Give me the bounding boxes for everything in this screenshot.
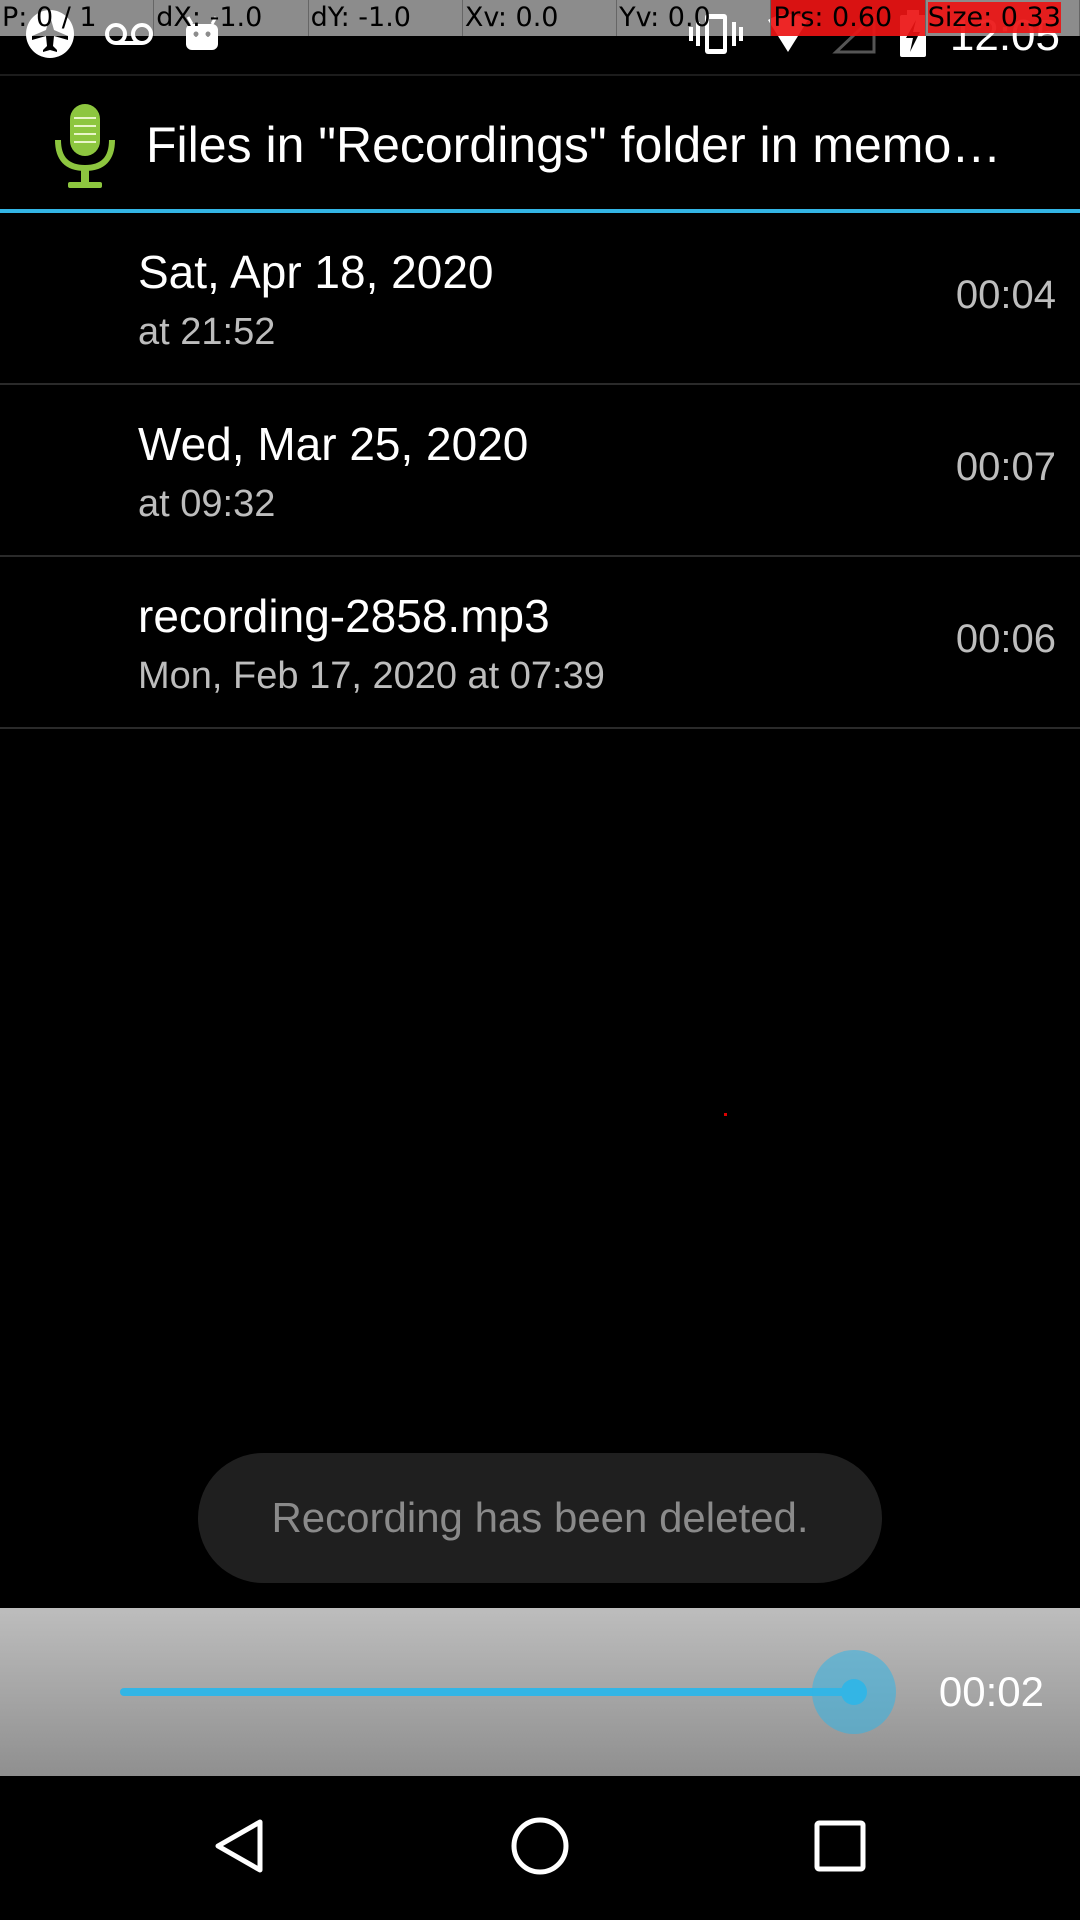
seek-bar-thumb-center[interactable] [841,1679,867,1705]
debug-yv: Yv: 0.0 [617,0,772,36]
seek-bar-track[interactable] [120,1688,855,1696]
microphone-icon[interactable] [52,102,118,190]
action-bar: Files in "Recordings" folder in memo… [0,74,1080,212]
recording-title: Sat, Apr 18, 2020 [138,246,494,298]
recents-button[interactable] [790,1798,890,1898]
recording-duration: 00:07 [955,445,1056,489]
debug-dy: dY: -1.0 [308,0,463,36]
debug-dx: dX: -1.0 [154,0,309,36]
debug-size-label: Size: 0.33 [927,2,1061,33]
touch-trace-dot [724,1113,727,1116]
recents-icon [812,1818,868,1879]
player-bar: 00:02 [0,1608,1080,1776]
recording-title: recording-2858.mp3 [138,590,550,642]
back-button[interactable] [190,1798,290,1898]
home-icon [509,1815,571,1882]
recording-subtitle: at 21:52 [138,311,276,353]
list-item[interactable]: Wed, Mar 25, 2020 at 09:32 00:07 [0,385,1080,557]
recording-subtitle: Mon, Feb 17, 2020 at 07:39 [138,655,605,697]
player-elapsed-time: 00:02 [938,1668,1044,1715]
pointer-location-overlay: P: 0 / 1 dX: -1.0 dY: -1.0 Xv: 0.0 Yv: 0… [0,0,1080,36]
toast-message: Recording has been deleted. [198,1453,882,1583]
recording-duration: 00:06 [955,617,1056,661]
recordings-list: Sat, Apr 18, 2020 at 21:52 00:04 Wed, Ma… [0,213,1080,729]
list-item[interactable]: recording-2858.mp3 Mon, Feb 17, 2020 at … [0,557,1080,729]
debug-pressure: Prs: 0.60 [771,0,926,36]
back-icon [210,1816,270,1881]
debug-xv: Xv: 0.0 [462,0,618,36]
navigation-bar [0,1776,1080,1920]
recording-title: Wed, Mar 25, 2020 [138,418,529,470]
recording-duration: 00:04 [955,273,1056,317]
home-button[interactable] [490,1798,590,1898]
recording-subtitle: at 09:32 [138,483,276,525]
page-title: Files in "Recordings" folder in memo… [146,117,1002,173]
debug-pointer-count: P: 0 / 1 [0,0,155,36]
screen: 12:05 P: 0 / 1 dX: -1.0 dY: -1.0 Xv: 0.0… [0,0,1080,1920]
list-item[interactable]: Sat, Apr 18, 2020 at 21:52 00:04 [0,213,1080,385]
debug-size: Size: 0.33 [925,0,1080,36]
